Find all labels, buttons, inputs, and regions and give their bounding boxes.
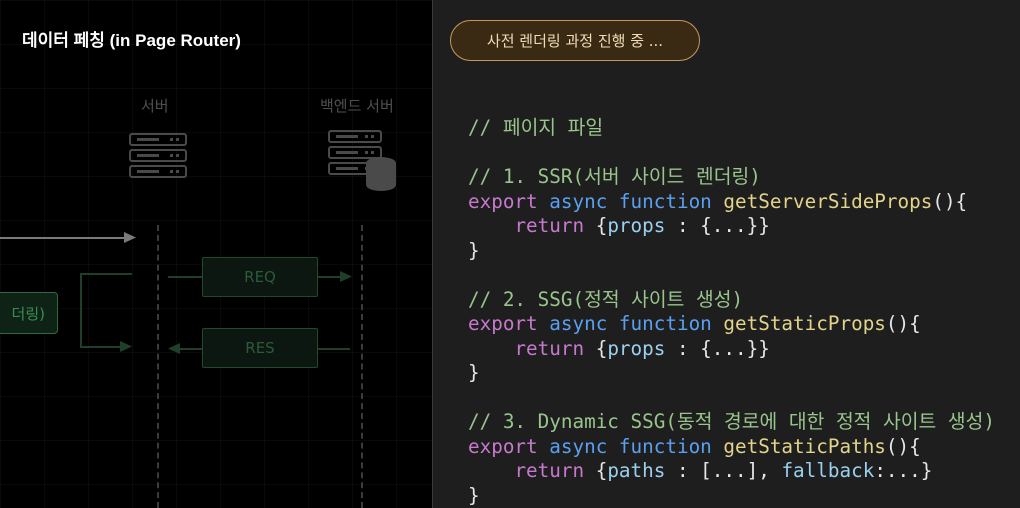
code-token: : {...}} (665, 214, 770, 237)
code-line: } (468, 239, 995, 264)
code-token: getStaticProps (723, 312, 886, 335)
code-token: export (468, 189, 550, 213)
code-token: paths (607, 459, 666, 482)
code-line: export async function getStaticProps(){ (468, 312, 995, 337)
code-line: export async function getServerSideProps… (468, 190, 995, 215)
code-token: : [...], (665, 459, 782, 482)
arrow-head-icon (340, 271, 352, 282)
code-token: // 3. Dynamic SSG(동적 경로에 대한 정적 사이트 생성) (468, 410, 995, 433)
code-line: return {paths : [...], fallback:...} (468, 459, 995, 484)
code-line: export async function getStaticPaths(){ (468, 435, 995, 460)
code-token: (){ (885, 312, 921, 335)
code-token: getServerSideProps (723, 189, 933, 213)
code-token: return (514, 214, 596, 237)
code-line: } (468, 361, 995, 386)
rendering-box: 더링) (0, 292, 58, 334)
status-pill: 사전 렌더링 과정 진행 중 ... (450, 20, 700, 61)
arrow-head-icon (120, 341, 132, 352)
code-token: (){ (932, 189, 968, 213)
database-icon (366, 157, 396, 191)
backend-server-label: 백엔드 서버 (320, 97, 394, 115)
code-line: // 1. SSR(서버 사이드 렌더링) (468, 165, 995, 190)
request-arrow-line (0, 237, 128, 239)
arrow-head-icon (168, 343, 180, 354)
code-line: ​ (468, 386, 995, 411)
res-box: RES (202, 328, 318, 368)
code-token: : {...}} (665, 336, 770, 360)
flow-line-top (80, 273, 132, 275)
arrow-head-icon (124, 232, 136, 243)
backend-lifeline (361, 225, 363, 508)
code-token: props (607, 214, 666, 237)
server-label: 서버 (141, 97, 169, 115)
code-token: getStaticPaths (723, 434, 886, 458)
code-token: props (607, 336, 666, 360)
code-token: fallback (781, 459, 875, 482)
code-token: // 2. SSG(정적 사이트 생성) (468, 287, 744, 311)
code-token: { (595, 459, 608, 482)
code-token: return (514, 459, 596, 482)
code-token: (){ (885, 434, 921, 458)
code-block: // 페이지 파일​// 1. SSR(서버 사이드 렌더링)export as… (468, 116, 995, 508)
server-lifeline (157, 225, 159, 508)
code-token: { (595, 336, 608, 360)
code-panel: 사전 렌더링 과정 진행 중 ... // 페이지 파일​// 1. SSR(서… (433, 0, 1020, 508)
code-line: return {props : {...}} (468, 337, 995, 362)
code-token: export (468, 434, 550, 458)
code-line: ​ (468, 263, 995, 288)
code-token: async function (549, 189, 724, 213)
code-token: async function (549, 312, 724, 335)
code-line: ​ (468, 141, 995, 166)
code-line: // 페이지 파일 (468, 116, 995, 141)
diagram-panel: 데이터 페칭 (in Page Router) 서버 백엔드 서버 REQ RE… (0, 0, 432, 508)
flow-line-vertical (80, 273, 82, 347)
slide-title: 데이터 페칭 (in Page Router) (22, 31, 241, 50)
server-icon (129, 133, 187, 181)
code-token: { (595, 214, 608, 237)
code-token: // 페이지 파일 (468, 116, 604, 139)
code-line: return {props : {...}} (468, 214, 995, 239)
code-token: :...} (874, 459, 933, 482)
code-line: // 2. SSG(정적 사이트 생성) (468, 288, 995, 313)
code-token: export (468, 312, 550, 335)
code-line: // 3. Dynamic SSG(동적 경로에 대한 정적 사이트 생성) (468, 410, 995, 435)
code-line: } (468, 484, 995, 508)
code-token: async function (549, 434, 724, 458)
code-token: return (514, 336, 596, 360)
req-box: REQ (202, 257, 318, 297)
code-token: } (468, 361, 480, 384)
code-token: } (468, 483, 480, 507)
code-token: } (468, 238, 480, 262)
code-token: // 1. SSR(서버 사이드 렌더링) (468, 165, 761, 188)
